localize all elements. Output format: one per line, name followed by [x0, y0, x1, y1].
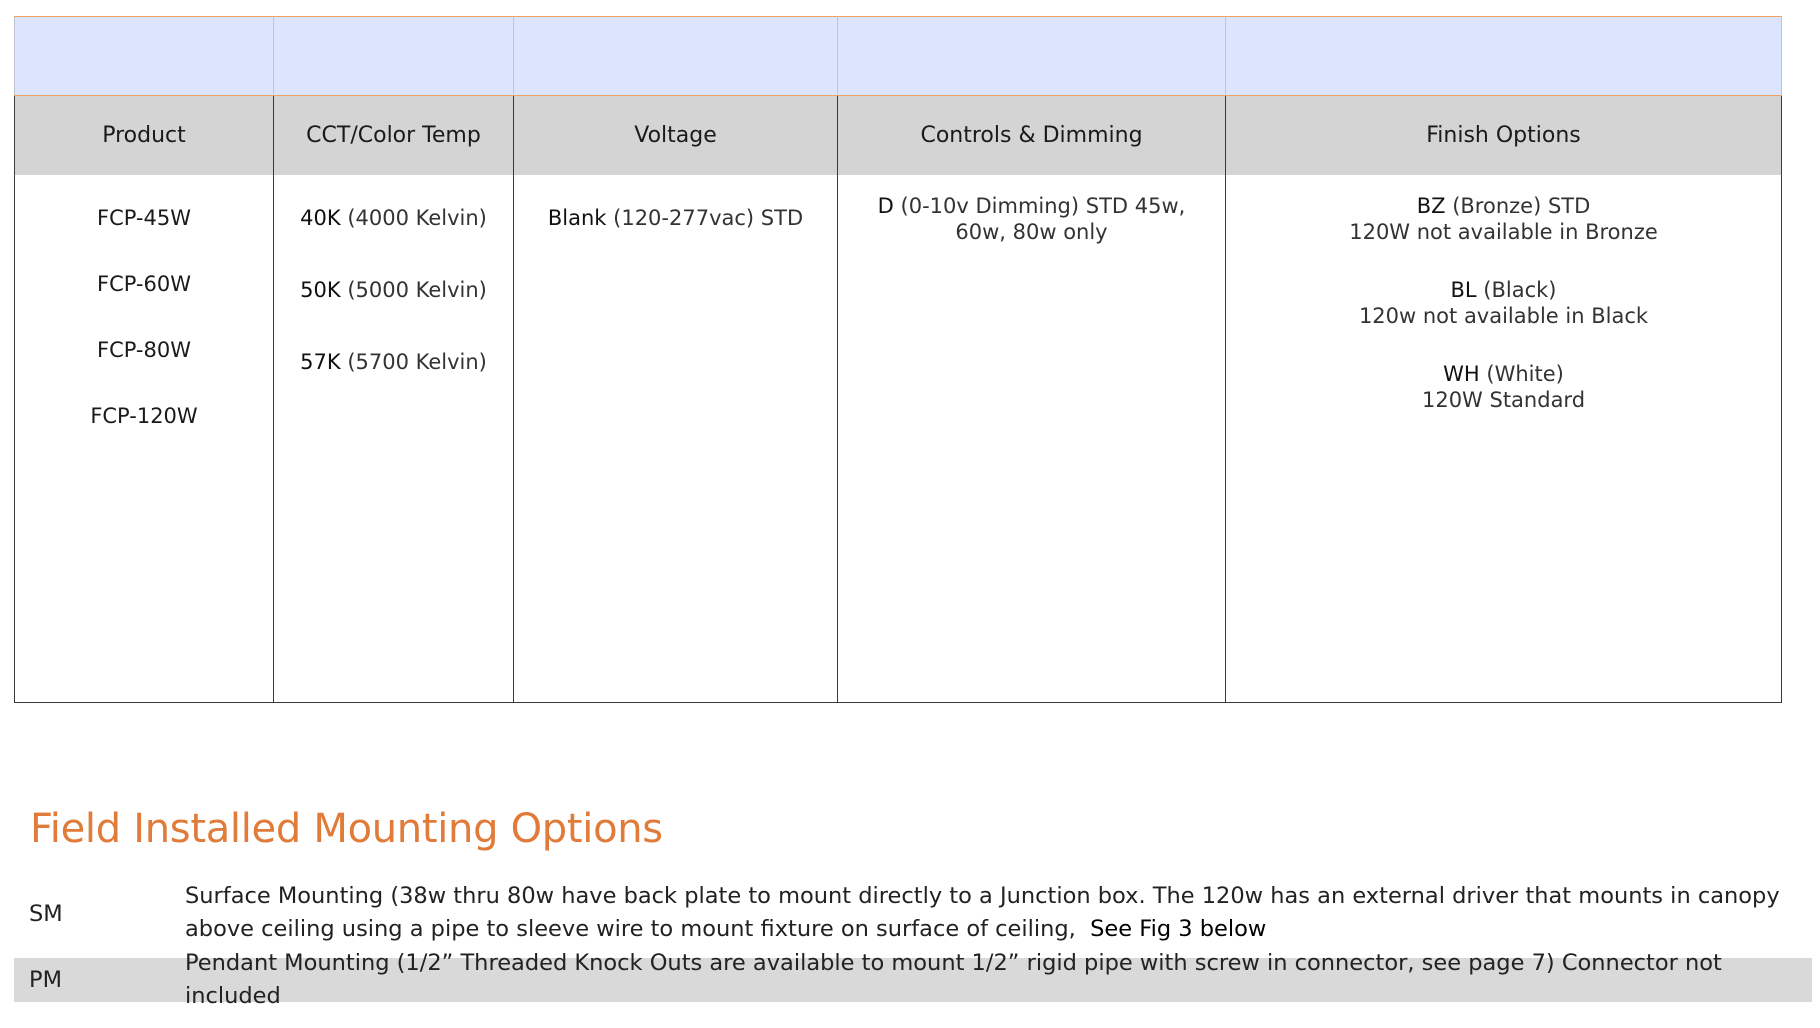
finish-desc: (Black): [1483, 278, 1557, 302]
controls-desc-line2: 60w, 80w only: [955, 220, 1108, 244]
finish-list: BZ (Bronze) STD 120W not available in Br…: [1226, 175, 1781, 413]
mounting-option-pm: PM Pendant Mounting (1/2” Threaded Knock…: [14, 950, 1812, 1009]
product-item: FCP-80W: [96, 338, 191, 362]
see-fig-reference: See Fig 3 below: [1090, 916, 1267, 942]
mounting-code: SM: [29, 901, 63, 927]
cct-desc: (5000 Kelvin): [347, 278, 487, 302]
cct-item: 40K (4000 Kelvin): [274, 205, 513, 231]
cct-list: 40K (4000 Kelvin) 50K (5000 Kelvin) 57K …: [274, 175, 513, 375]
controls-desc: (0-10v Dimming) STD 45w,: [900, 194, 1186, 218]
finish-desc: (White): [1486, 362, 1564, 386]
blank-cell: [1225, 16, 1782, 96]
finish-note: 120W not available in Bronze: [1349, 220, 1658, 244]
product-cell: FCP-45W FCP-60W FCP-80W FCP-120W: [14, 175, 274, 703]
finish-desc: (Bronze) STD: [1452, 194, 1591, 218]
product-item: FCP-45W: [96, 206, 191, 230]
mounting-description: Pendant Mounting (1/2” Threaded Knock Ou…: [185, 950, 1722, 1009]
cct-item: 57K (5700 Kelvin): [274, 349, 513, 375]
controls-cell: D (0-10v Dimming) STD 45w, 60w, 80w only: [837, 175, 1226, 703]
finish-item-white: WH (White) 120W Standard: [1226, 361, 1781, 413]
controls-code: D: [877, 194, 894, 218]
mounting-text: Surface Mounting (38w thru 80w have back…: [185, 883, 1780, 942]
blank-cell: [837, 16, 1226, 96]
finish-cell: BZ (Bronze) STD 120W not available in Br…: [1225, 175, 1782, 703]
cct-code: 50K: [300, 278, 341, 302]
mounting-code: PM: [29, 966, 62, 993]
mounting-section-title: Field Installed Mounting Options: [30, 806, 663, 852]
voltage-desc: (120-277vac) STD: [613, 206, 804, 230]
cct-code: 57K: [300, 350, 341, 374]
blank-cell: [273, 16, 514, 96]
voltage-entry: Blank (120-277vac) STD: [514, 175, 837, 231]
finish-note: 120W Standard: [1421, 388, 1586, 412]
finish-code: WH: [1443, 362, 1480, 386]
finish-item-black: BL (Black) 120w not available in Black: [1226, 277, 1781, 329]
finish-code: BZ: [1416, 194, 1446, 218]
table-body-row: FCP-45W FCP-60W FCP-80W FCP-120W 40K (40…: [14, 175, 1782, 703]
finish-note: 120w not available in Black: [1358, 304, 1649, 328]
cct-desc: (4000 Kelvin): [347, 206, 487, 230]
header-cct: CCT/Color Temp: [273, 95, 514, 175]
finish-code: BL: [1450, 278, 1477, 302]
table-blank-row: [14, 16, 1782, 96]
header-finish: Finish Options: [1225, 95, 1782, 175]
mounting-option-sm: SM Surface Mounting (38w thru 80w have b…: [14, 880, 1812, 956]
mounting-description: Surface Mounting (38w thru 80w have back…: [185, 880, 1812, 956]
product-item: FCP-120W: [90, 404, 198, 428]
cct-item: 50K (5000 Kelvin): [274, 277, 513, 303]
voltage-code: Blank: [547, 206, 607, 230]
cct-code: 40K: [300, 206, 341, 230]
header-product: Product: [14, 95, 274, 175]
blank-cell: [14, 16, 274, 96]
voltage-cell: Blank (120-277vac) STD: [513, 175, 838, 703]
controls-entry: D (0-10v Dimming) STD 45w, 60w, 80w only: [838, 175, 1225, 245]
table-header-row: Product CCT/Color Temp Voltage Controls …: [14, 95, 1782, 175]
spec-table: Product CCT/Color Temp Voltage Controls …: [14, 16, 1782, 703]
header-voltage: Voltage: [513, 95, 838, 175]
finish-item-bronze: BZ (Bronze) STD 120W not available in Br…: [1226, 193, 1781, 245]
header-controls: Controls & Dimming: [837, 95, 1226, 175]
product-list: FCP-45W FCP-60W FCP-80W FCP-120W: [15, 175, 273, 429]
cct-desc: (5700 Kelvin): [347, 350, 487, 374]
product-item: FCP-60W: [96, 272, 191, 296]
blank-cell: [513, 16, 838, 96]
cct-cell: 40K (4000 Kelvin) 50K (5000 Kelvin) 57K …: [273, 175, 514, 703]
